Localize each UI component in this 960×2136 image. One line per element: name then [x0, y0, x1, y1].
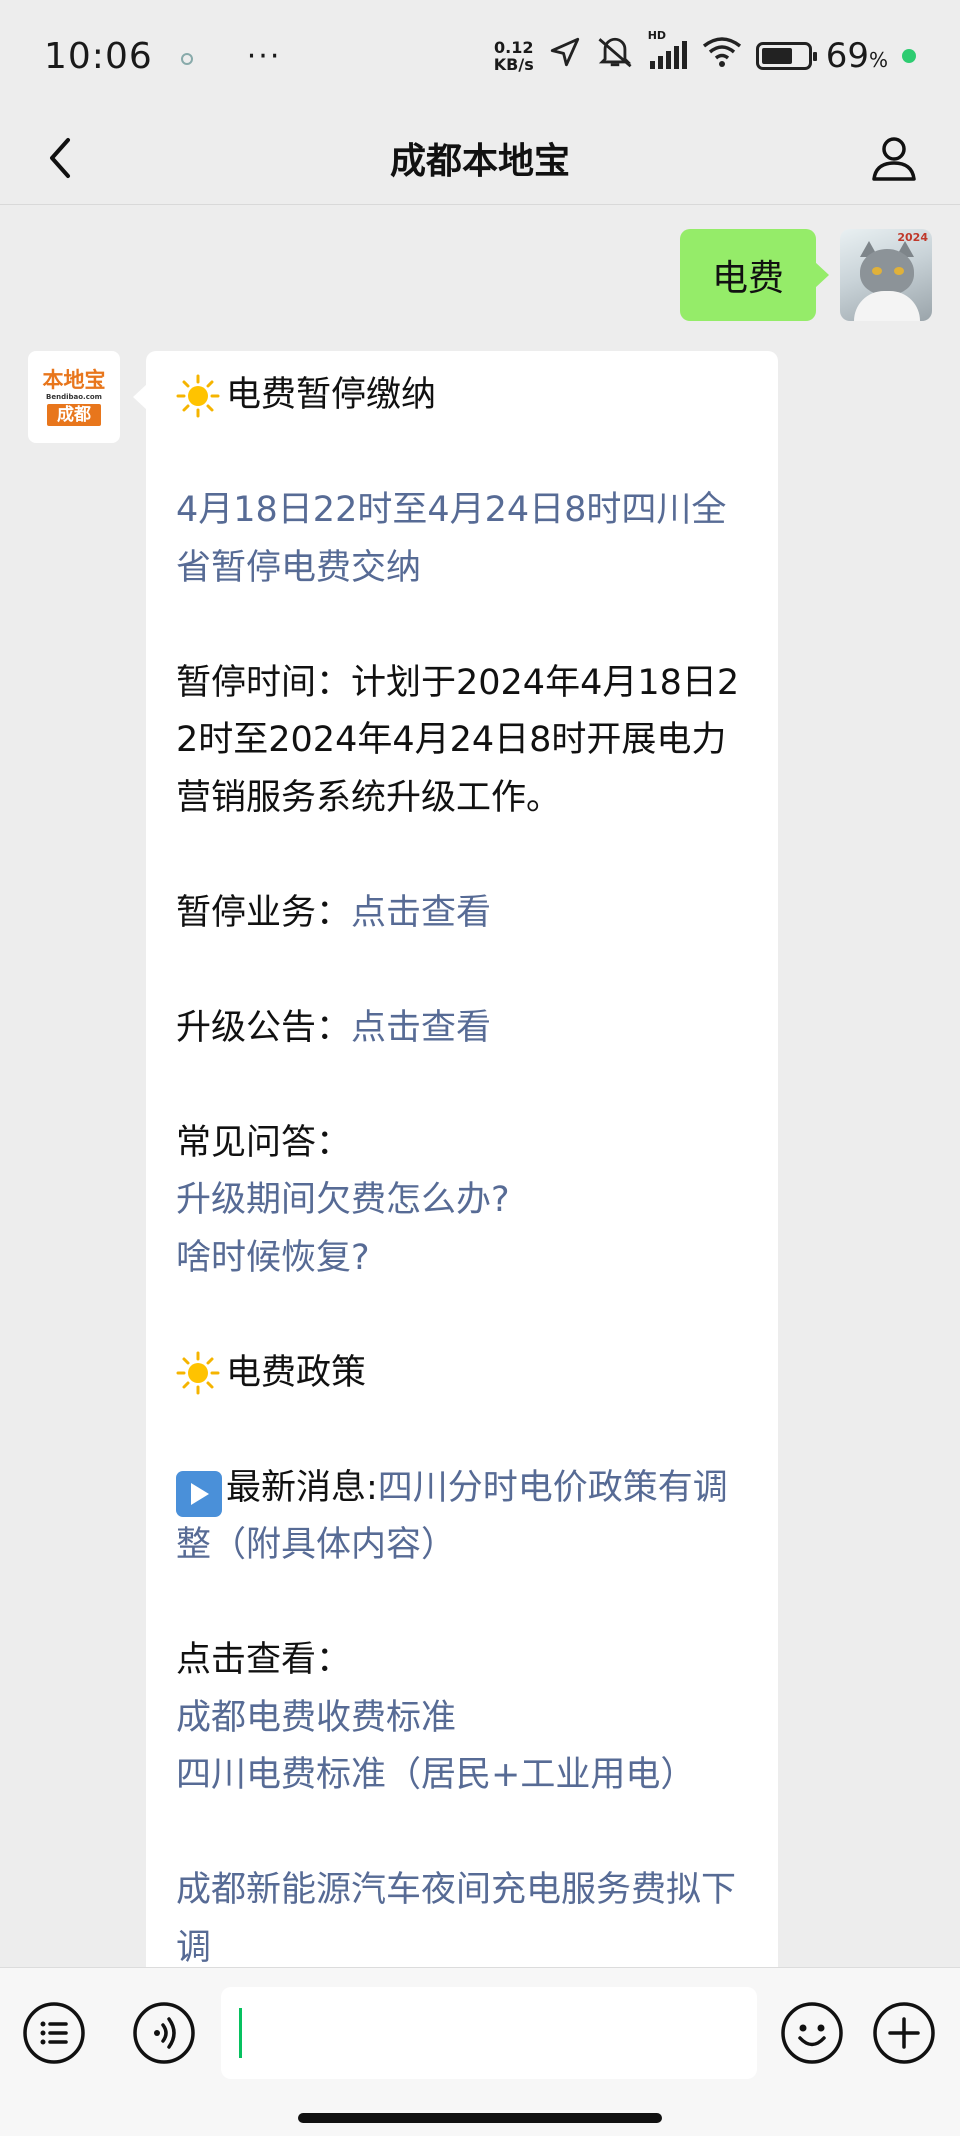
faq-label: 常见问答：: [176, 1122, 352, 1163]
suspend-time-text: 暂停时间：计划于2024年4月18日22时至2024年4月24日8时开展电力营销…: [176, 662, 740, 818]
battery-icon: [755, 42, 817, 70]
suspend-notice-link[interactable]: 4月18日22时至4月24日8时四川全省暂停电费交纳: [176, 482, 750, 597]
emoji-icon: [781, 2002, 843, 2064]
home-indicator[interactable]: [298, 2113, 662, 2123]
message-input[interactable]: [221, 1987, 757, 2079]
sichuan-fee-standard-link[interactable]: 四川电费标准（居民+工业用电）: [176, 1747, 750, 1805]
status-right: 0.12 KB/s HD 69%: [493, 29, 916, 78]
outgoing-bubble[interactable]: 电费: [679, 229, 830, 321]
status-time: 10:06: [44, 35, 153, 77]
sync-icon: [179, 36, 195, 76]
upgrade-notice-link[interactable]: 点击查看: [351, 1008, 491, 1048]
back-button[interactable]: [34, 132, 86, 184]
latest-news-row: 最新消息:四川分时电价政策有调整（附具体内容）: [176, 1467, 728, 1565]
suspend-business-row: 暂停业务：点击查看: [176, 892, 492, 933]
voice-button[interactable]: [132, 2001, 196, 2065]
nav-bar: 成都本地宝: [0, 112, 960, 204]
battery-percent: 69%: [825, 36, 888, 76]
heading-suspend: 电费暂停缴纳: [176, 367, 750, 425]
sun-icon: [176, 374, 220, 418]
plus-icon: [873, 2002, 935, 2064]
suspend-business-link[interactable]: 点击查看: [351, 893, 491, 933]
incoming-message: 本地宝 Bendibao.com 成都 电费暂停缴纳 4月18日22时至4月24…: [28, 351, 778, 1967]
location-icon: [548, 35, 582, 78]
heading-policy: 电费政策: [176, 1345, 750, 1403]
view-label: 点击查看：: [176, 1640, 352, 1680]
page-title: 成都本地宝: [389, 141, 570, 182]
play-button-icon: [176, 1470, 222, 1517]
chevron-left-icon: [50, 138, 70, 178]
status-bar: 10:06 ··· 0.12 KB/s HD 69%: [0, 0, 960, 112]
more-button[interactable]: [872, 2001, 936, 2065]
text-cursor: [239, 2008, 242, 2058]
network-speed: 0.12 KB/s: [493, 38, 534, 74]
sun-icon: [176, 1351, 220, 1395]
chengdu-fee-standard-link[interactable]: 成都电费收费标准: [176, 1690, 750, 1748]
chat-area[interactable]: 电费 2024 本地宝 Bendibao.com 成都 电费暂停缴纳 4月18日…: [0, 205, 960, 1967]
voice-icon: [133, 2002, 195, 2064]
emoji-button[interactable]: [780, 2001, 844, 2065]
list-icon: [23, 2002, 85, 2064]
faq-link-arrears[interactable]: 升级期间欠费怎么办?: [176, 1172, 750, 1230]
faq-link-restore[interactable]: 啥时候恢复?: [176, 1230, 750, 1288]
person-icon: [872, 137, 916, 181]
wifi-icon: [702, 36, 742, 77]
status-left: 10:06 ···: [44, 36, 281, 77]
privacy-indicator-dot: [902, 49, 916, 63]
mute-icon: [596, 35, 634, 78]
incoming-bubble: 电费暂停缴纳 4月18日22时至4月24日8时四川全省暂停电费交纳 暂停时间：计…: [133, 351, 778, 1967]
user-avatar[interactable]: 2024: [840, 229, 932, 321]
ev-charging-fee-link[interactable]: 成都新能源汽车夜间充电服务费拟下调: [176, 1862, 750, 1967]
outgoing-message: 电费 2024: [679, 229, 932, 321]
menu-button[interactable]: [22, 2001, 86, 2065]
bendibao-avatar[interactable]: 本地宝 Bendibao.com 成都: [28, 351, 120, 443]
signal-icon: HD: [648, 29, 688, 71]
input-bar: [0, 1967, 960, 2136]
more-notifications-icon: ···: [246, 38, 282, 74]
profile-button[interactable]: [864, 128, 924, 188]
upgrade-notice-row: 升级公告：点击查看: [176, 1007, 492, 1048]
